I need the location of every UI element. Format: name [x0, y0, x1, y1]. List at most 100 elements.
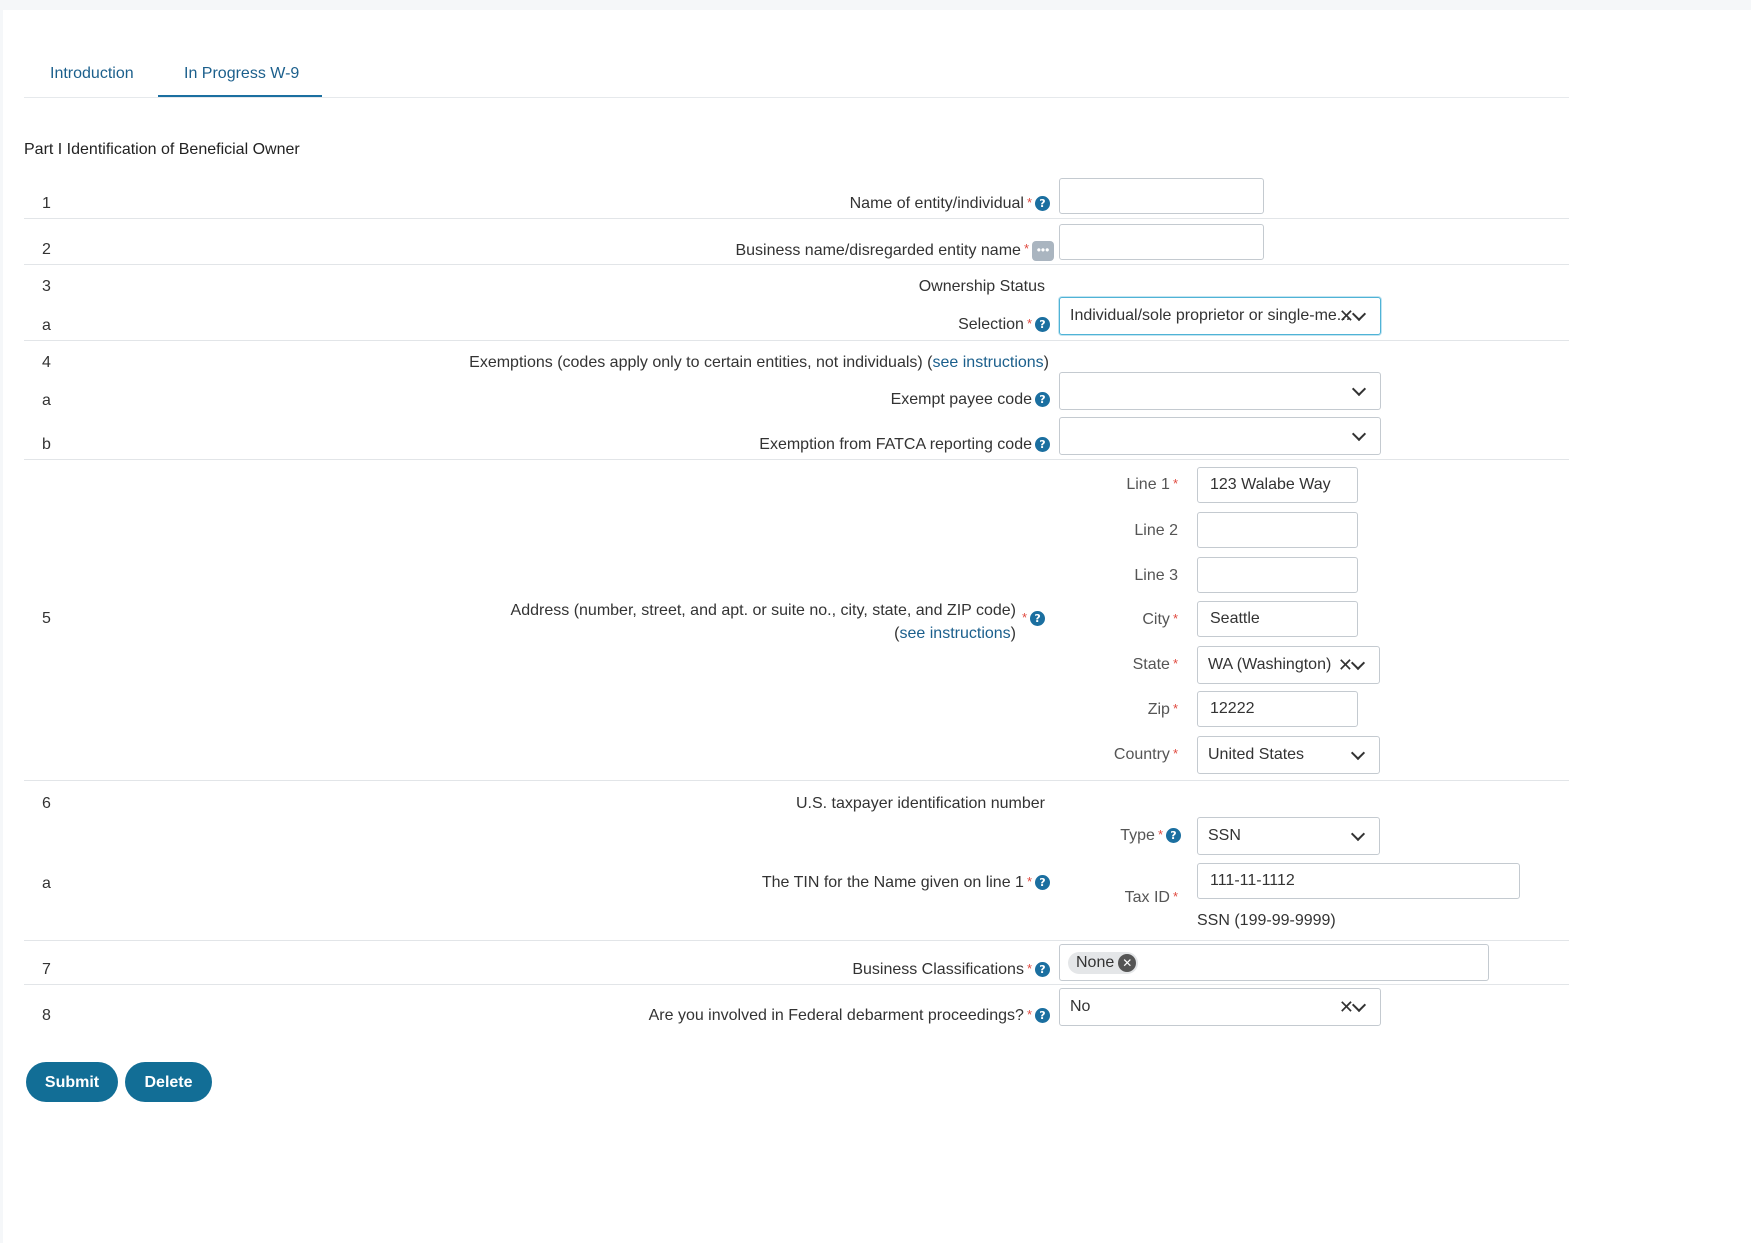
- more-options-icon[interactable]: •••: [1032, 241, 1054, 261]
- row-number: a: [42, 875, 51, 892]
- tax-id-input[interactable]: [1197, 863, 1520, 899]
- row-divider: [24, 459, 1569, 460]
- row-number: a: [42, 392, 51, 409]
- address-line2-input[interactable]: [1197, 512, 1358, 548]
- tax-id-label: Tax ID *: [1124, 889, 1178, 906]
- chevron-down-icon[interactable]: [1350, 655, 1366, 671]
- business-name-field[interactable]: [1060, 225, 1263, 259]
- ownership-status-heading: Ownership Status: [918, 278, 1045, 295]
- line2-label: Line 2: [1134, 522, 1178, 539]
- chevron-down-icon[interactable]: [1351, 306, 1367, 322]
- row-divider: [24, 940, 1569, 941]
- name-field[interactable]: [1060, 179, 1263, 213]
- required-asterisk: *: [1026, 961, 1032, 976]
- help-icon[interactable]: ?: [1035, 392, 1050, 408]
- help-icon[interactable]: ?: [1166, 828, 1181, 844]
- name-input[interactable]: [1059, 178, 1264, 214]
- required-asterisk: *: [1023, 241, 1029, 256]
- required-asterisk: *: [1022, 610, 1028, 625]
- row-number: 2: [42, 241, 51, 258]
- ownership-selection-select[interactable]: Individual/sole proprietor or single-me.…: [1059, 297, 1381, 335]
- row-number: 8: [42, 1007, 51, 1024]
- fatca-label: Exemption from FATCA reporting code?: [759, 436, 1050, 454]
- address-label: Address (number, street, and apt. or sui…: [510, 602, 1016, 642]
- see-instructions-link[interactable]: see instructions: [900, 625, 1011, 642]
- selection-label: Selection *?: [958, 316, 1050, 334]
- row-number: a: [42, 317, 51, 334]
- city-field[interactable]: [1198, 602, 1357, 636]
- business-classifications-multiselect[interactable]: None ✕: [1059, 944, 1489, 981]
- zip-input[interactable]: [1197, 691, 1358, 727]
- row-number: 7: [42, 961, 51, 978]
- clear-icon[interactable]: ✕: [1339, 998, 1354, 1016]
- exempt-payee-label: Exempt payee code?: [891, 391, 1050, 409]
- tax-id-format-hint: SSN (199-99-9999): [1197, 912, 1336, 929]
- fatca-select[interactable]: [1059, 417, 1381, 455]
- tin-type-select[interactable]: SSN: [1197, 817, 1380, 855]
- required-asterisk: *: [1026, 1007, 1032, 1022]
- address-line3-field[interactable]: [1198, 558, 1357, 592]
- debarment-label: Are you involved in Federal debarment pr…: [649, 1007, 1050, 1025]
- submit-button[interactable]: Submit: [26, 1062, 118, 1102]
- selected-value: United States: [1208, 746, 1305, 763]
- address-line2-field[interactable]: [1198, 513, 1357, 547]
- address-line3-input[interactable]: [1197, 557, 1358, 593]
- business-name-label: Business name/disregarded entity name * ••…: [735, 241, 1054, 261]
- chevron-down-icon[interactable]: [1351, 997, 1367, 1013]
- row-divider: [24, 984, 1569, 985]
- city-input[interactable]: [1197, 601, 1358, 637]
- delete-button[interactable]: Delete: [125, 1062, 212, 1102]
- row-divider: [24, 218, 1569, 219]
- help-icon[interactable]: ?: [1035, 317, 1050, 333]
- chevron-down-icon[interactable]: [1351, 381, 1367, 397]
- required-asterisk: *: [1172, 889, 1178, 904]
- help-icon[interactable]: ?: [1035, 437, 1050, 453]
- required-asterisk: *: [1172, 701, 1178, 716]
- address-markers: *?: [1019, 610, 1046, 628]
- help-icon[interactable]: ?: [1035, 962, 1050, 978]
- tab-introduction[interactable]: Introduction: [50, 65, 134, 83]
- row-number: 1: [42, 195, 51, 212]
- business-name-input[interactable]: [1059, 224, 1264, 260]
- required-asterisk: *: [1172, 611, 1178, 626]
- country-label: Country *: [1113, 746, 1178, 763]
- state-select[interactable]: WA (Washington) ✕: [1197, 646, 1380, 684]
- required-asterisk: *: [1026, 195, 1032, 210]
- row-number: 6: [42, 795, 51, 812]
- chevron-down-icon[interactable]: [1350, 826, 1366, 842]
- help-icon[interactable]: ?: [1035, 875, 1050, 891]
- see-instructions-link[interactable]: see instructions: [933, 354, 1044, 371]
- exempt-payee-select[interactable]: [1059, 372, 1381, 410]
- active-tab-indicator: [158, 95, 322, 97]
- classification-chip: None ✕: [1068, 952, 1139, 974]
- required-asterisk: *: [1157, 827, 1163, 842]
- help-icon[interactable]: ?: [1030, 611, 1046, 627]
- remove-chip-icon[interactable]: ✕: [1118, 954, 1137, 972]
- tax-id-field[interactable]: [1198, 864, 1519, 898]
- address-line1-input[interactable]: [1197, 467, 1358, 503]
- required-asterisk: *: [1172, 746, 1178, 761]
- business-classifications-label: Business Classifications *?: [852, 961, 1050, 979]
- clear-icon[interactable]: ✕: [1338, 656, 1353, 674]
- clear-icon[interactable]: ✕: [1339, 307, 1354, 325]
- country-select[interactable]: United States: [1197, 736, 1380, 774]
- help-icon[interactable]: ?: [1035, 1008, 1050, 1024]
- tab-in-progress-w9[interactable]: In Progress W-9: [184, 65, 299, 83]
- required-asterisk: *: [1172, 656, 1178, 671]
- required-asterisk: *: [1172, 476, 1178, 491]
- form-card: Introduction In Progress W-9 Part I Iden…: [3, 10, 1751, 1243]
- required-asterisk: *: [1026, 874, 1032, 889]
- selected-value: WA (Washington): [1208, 656, 1332, 673]
- debarment-select[interactable]: No ✕: [1059, 988, 1381, 1026]
- section-title: Part I Identification of Beneficial Owne…: [24, 141, 300, 158]
- chevron-down-icon[interactable]: [1351, 426, 1367, 442]
- tin-label: The TIN for the Name given on line 1 *?: [762, 874, 1050, 892]
- name-label: Name of entity/individual *?: [850, 195, 1050, 213]
- row-number: 4: [42, 354, 51, 371]
- chevron-down-icon[interactable]: [1350, 745, 1366, 761]
- help-icon[interactable]: ?: [1035, 196, 1050, 212]
- address-line1-field[interactable]: [1198, 468, 1357, 502]
- zip-field[interactable]: [1198, 692, 1357, 726]
- state-label: State *: [1132, 656, 1178, 673]
- row-number: 5: [42, 610, 51, 627]
